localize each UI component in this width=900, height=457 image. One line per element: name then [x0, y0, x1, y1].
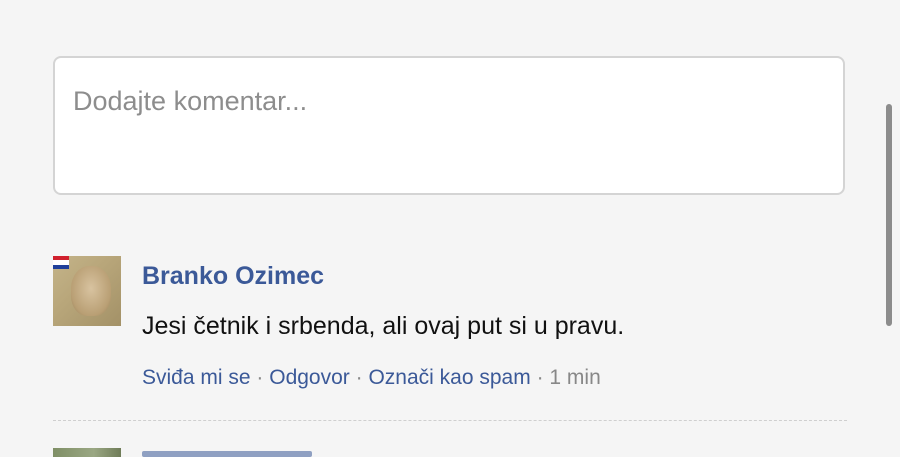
- scrollbar[interactable]: [886, 104, 892, 326]
- like-link[interactable]: Sviđa mi se: [142, 366, 251, 389]
- comment-item: Branko Ozimec Jesi četnik i srbenda, ali…: [53, 254, 853, 394]
- comment-input-box[interactable]: [53, 56, 845, 195]
- comment-text: Jesi četnik i srbenda, ali ovaj put si u…: [142, 312, 625, 340]
- comment-author-link[interactable]: Branko Ozimec: [142, 262, 324, 291]
- separator: ·: [536, 366, 544, 389]
- comment-divider: [53, 420, 847, 421]
- next-comment-avatar[interactable]: [53, 448, 121, 457]
- croatian-flag-icon: [53, 256, 69, 269]
- avatar-photo: [71, 266, 111, 316]
- avatar[interactable]: [53, 256, 121, 326]
- separator: ·: [256, 366, 264, 389]
- comments-page: Branko Ozimec Jesi četnik i srbenda, ali…: [0, 0, 900, 457]
- comment-actions: Sviđa mi se · Odgovor · Označi kao spam …: [142, 366, 601, 390]
- comment-input[interactable]: [55, 58, 843, 193]
- mark-spam-link[interactable]: Označi kao spam: [368, 366, 530, 389]
- next-comment-author[interactable]: [142, 451, 312, 457]
- separator: ·: [355, 366, 363, 389]
- comment-timestamp: 1 min: [549, 366, 601, 389]
- reply-link[interactable]: Odgovor: [269, 366, 350, 389]
